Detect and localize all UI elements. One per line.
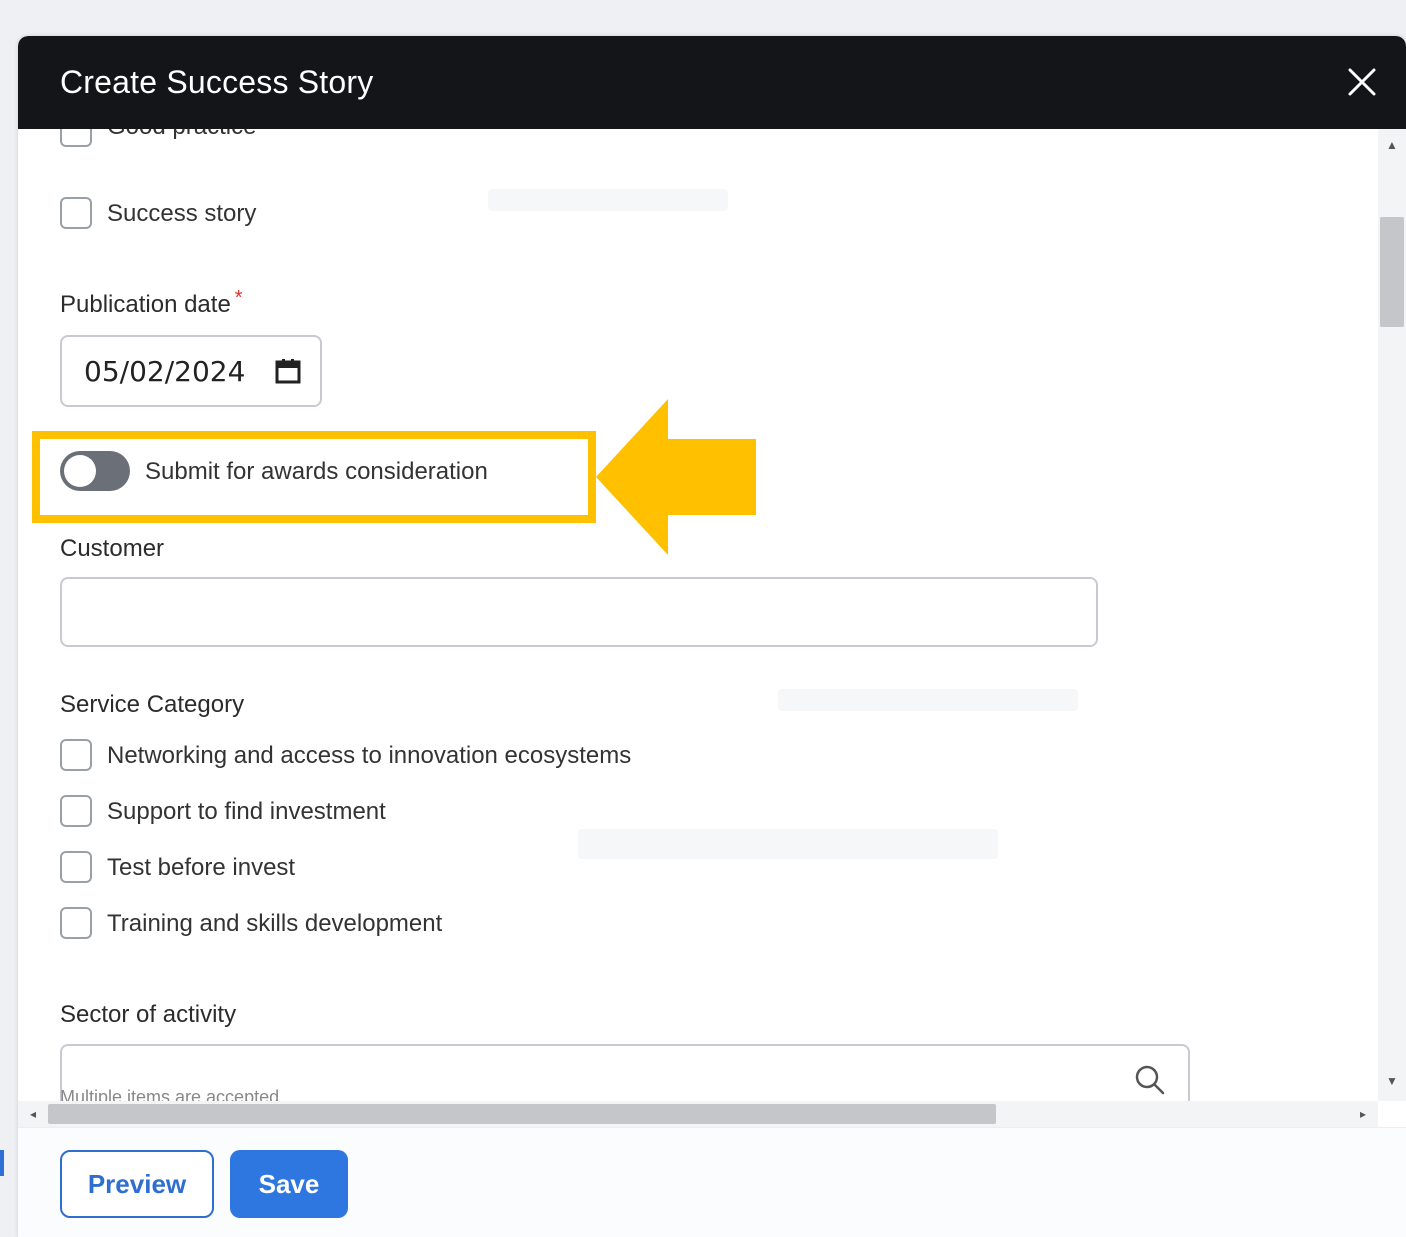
awards-toggle[interactable]: [60, 451, 130, 491]
search-icon: [1135, 1065, 1165, 1095]
customer-label: Customer: [60, 535, 165, 562]
publication-date-label: Publication date *: [60, 287, 243, 319]
awards-toggle-label: Submit for awards consideration: [145, 458, 488, 485]
sector-label: Sector of activity: [60, 1001, 237, 1028]
vertical-scrollbar-thumb[interactable]: [1380, 217, 1404, 327]
checkbox-good-practice[interactable]: [60, 129, 92, 147]
horizontal-scrollbar-thumb[interactable]: [48, 1104, 996, 1124]
scroll-down-icon[interactable]: ▼: [1378, 1071, 1406, 1091]
checkbox-label-test-before-invest: Test before invest: [107, 854, 296, 881]
checkbox-label-good-practice: Good practice: [107, 129, 256, 141]
arrow-left-callout-icon: [596, 399, 756, 555]
modal-title: Create Success Story: [60, 64, 374, 100]
checkbox-test-before-invest[interactable]: [60, 851, 92, 883]
publication-date-label-text: Publication date: [60, 291, 231, 318]
background-blur: [488, 189, 728, 211]
vertical-scrollbar[interactable]: ▲ ▼: [1378, 129, 1406, 1101]
scroll-up-icon[interactable]: ▲: [1378, 135, 1406, 155]
awards-toggle-knob: [64, 455, 96, 487]
customer-input[interactable]: [60, 577, 1098, 647]
page-edge-accent: [0, 1150, 4, 1176]
publication-date-input[interactable]: 05/02/2024: [60, 335, 322, 407]
calendar-icon[interactable]: [274, 357, 302, 385]
publication-date-value: 05/02/2024: [84, 355, 246, 388]
service-category-label: Service Category: [60, 691, 245, 718]
background-blur: [578, 829, 998, 859]
background-blur: [778, 689, 1078, 711]
scroll-left-icon[interactable]: ◂: [20, 1101, 46, 1127]
checkbox-label-networking: Networking and access to innovation ecos…: [107, 742, 632, 769]
checkbox-investment[interactable]: [60, 795, 92, 827]
sector-hint: Multiple items are accepted: [60, 1087, 280, 1101]
required-mark: *: [234, 287, 243, 309]
checkbox-training[interactable]: [60, 907, 92, 939]
checkbox-networking[interactable]: [60, 739, 92, 771]
checkbox-success-story[interactable]: [60, 197, 92, 229]
scroll-right-icon[interactable]: ▸: [1350, 1101, 1376, 1127]
create-success-story-modal: Create Success Story Good practice Succe…: [18, 36, 1406, 1237]
horizontal-scrollbar[interactable]: ◂ ▸: [18, 1101, 1378, 1127]
modal-body: Good practice Success story Publication …: [18, 129, 1378, 1101]
close-icon: [1348, 68, 1376, 96]
checkbox-label-success-story: Success story: [107, 200, 257, 227]
modal-footer: Preview Save: [18, 1127, 1406, 1237]
modal-header: Create Success Story: [18, 36, 1406, 129]
preview-button[interactable]: Preview: [60, 1150, 214, 1218]
close-button[interactable]: [1344, 64, 1380, 100]
checkbox-label-training: Training and skills development: [107, 910, 443, 937]
checkbox-label-investment: Support to find investment: [107, 798, 386, 825]
save-button[interactable]: Save: [230, 1150, 348, 1218]
